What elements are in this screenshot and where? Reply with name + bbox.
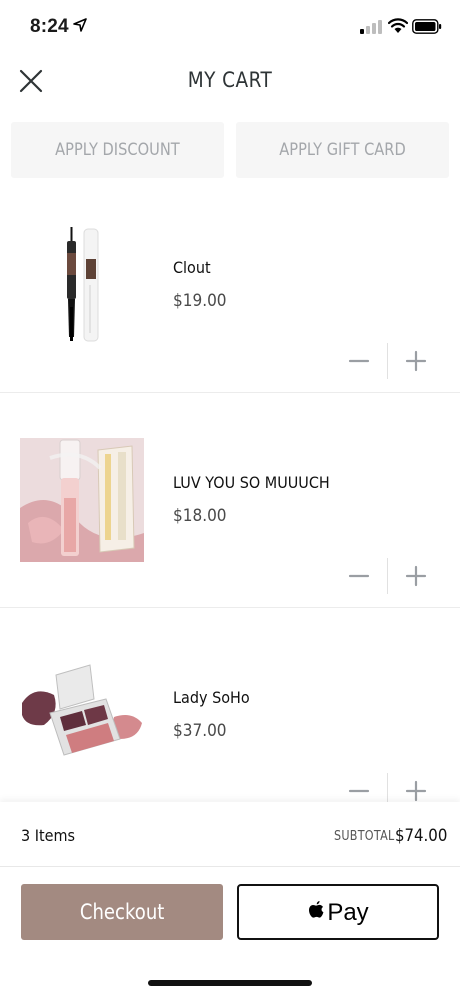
lip-gloss-kit-product-image[interactable] bbox=[20, 438, 144, 562]
location-arrow-icon bbox=[73, 18, 87, 32]
home-indicator[interactable] bbox=[148, 980, 312, 986]
minus-icon[interactable] bbox=[341, 558, 377, 594]
status-bar: 8:24 bbox=[0, 0, 460, 56]
apple-pay-button[interactable]: Pay bbox=[237, 884, 439, 940]
plus-icon[interactable] bbox=[398, 558, 434, 594]
subtotal-label: SUBTOTAL bbox=[334, 829, 395, 844]
item-name: LUV YOU SO MUUUCH bbox=[173, 473, 330, 492]
page-title: MY CART bbox=[187, 68, 273, 92]
cart-item: LUV YOU SO MUUUCH $18.00 bbox=[0, 394, 460, 608]
wifi-icon bbox=[388, 18, 408, 33]
apply-gift-card-label: APPLY GIFT CARD bbox=[279, 140, 406, 160]
item-name: Lady SoHo bbox=[173, 688, 250, 707]
battery-icon bbox=[412, 19, 442, 34]
apply-discount-label: APPLY DISCOUNT bbox=[55, 140, 180, 160]
apple-logo-icon bbox=[309, 901, 324, 918]
header: MY CART bbox=[0, 56, 460, 106]
checkout-footer: 3 Items SUBTOTAL $74.00 Checkout Pay bbox=[0, 802, 460, 996]
status-time: 8:24 bbox=[30, 16, 69, 37]
subtotal-value: $74.00 bbox=[395, 826, 448, 846]
quantity-divider bbox=[387, 343, 388, 379]
item-price: $37.00 bbox=[173, 721, 227, 741]
quantity-divider bbox=[387, 558, 388, 594]
cart-item: Lady SoHo $37.00 bbox=[0, 609, 460, 823]
apple-pay-label: Pay bbox=[327, 899, 369, 926]
item-price: $19.00 bbox=[173, 291, 227, 311]
minus-icon[interactable] bbox=[341, 343, 377, 379]
item-price: $18.00 bbox=[173, 506, 227, 526]
items-count: 3 Items bbox=[21, 826, 76, 845]
apply-discount-button[interactable]: APPLY DISCOUNT bbox=[11, 122, 224, 178]
cellular-signal-icon bbox=[360, 20, 382, 34]
item-name: Clout bbox=[173, 258, 211, 277]
checkout-button[interactable]: Checkout bbox=[21, 884, 223, 940]
mascara-duo-product-image[interactable] bbox=[20, 225, 144, 349]
divider bbox=[0, 866, 460, 867]
apply-gift-card-button[interactable]: APPLY GIFT CARD bbox=[236, 122, 449, 178]
eyeshadow-compact-product-image[interactable] bbox=[20, 655, 144, 779]
cart-item: Clout $19.00 bbox=[0, 179, 460, 393]
plus-icon[interactable] bbox=[398, 343, 434, 379]
checkout-label: Checkout bbox=[79, 900, 165, 924]
